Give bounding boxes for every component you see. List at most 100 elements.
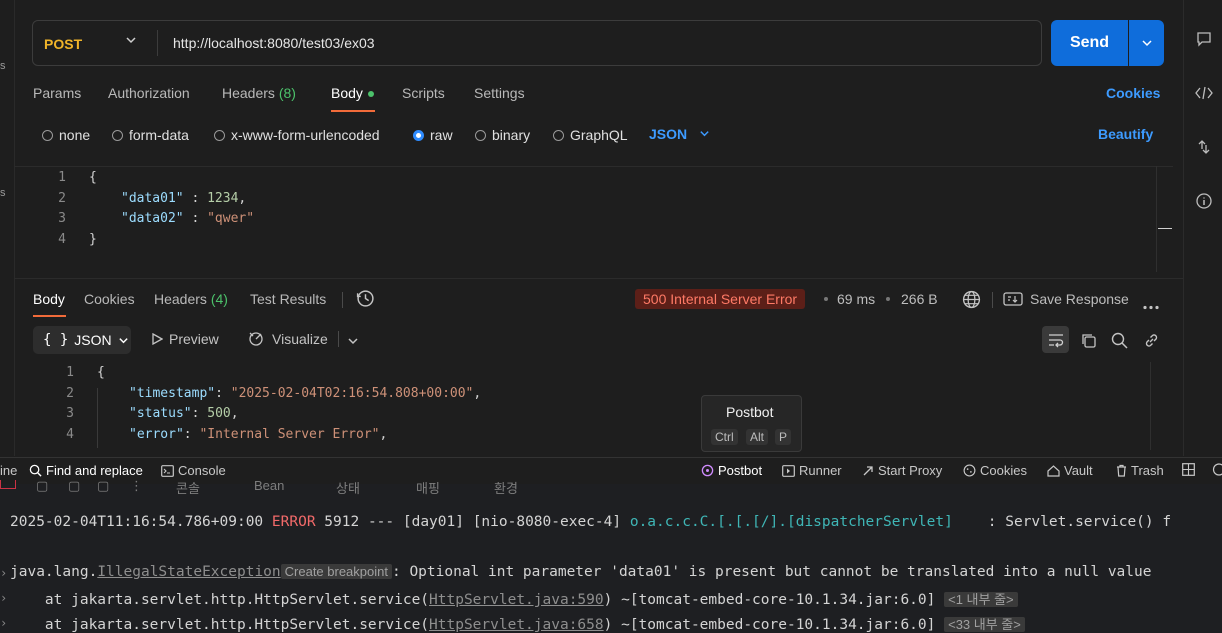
log-line[interactable]: java.lang.IllegalStateException Create br… (10, 564, 1151, 580)
response-tab-cookies[interactable]: Cookies (84, 291, 135, 307)
code-brace: { (89, 170, 97, 185)
copy-icon[interactable] (1077, 329, 1099, 351)
console-icon (161, 464, 174, 477)
tab-authorization[interactable]: Authorization (108, 85, 190, 101)
trash-button[interactable]: Trash (1116, 463, 1164, 478)
status-label: Start Proxy (878, 463, 943, 478)
cookie-icon (963, 464, 976, 477)
console-button[interactable]: Console (161, 463, 226, 478)
source-link[interactable]: HttpServlet.java:658 (429, 617, 604, 633)
exception-package: java.lang. (10, 564, 98, 580)
tab-settings[interactable]: Settings (474, 85, 525, 101)
globe-icon[interactable] (962, 290, 981, 314)
exception-link[interactable]: IllegalStateException (97, 564, 280, 580)
chevron-down-icon[interactable] (125, 34, 137, 49)
find-and-replace-button[interactable]: Find and replace (29, 463, 143, 478)
response-tab-headers[interactable]: Headers (4) (154, 291, 228, 307)
stack-frame[interactable]: at jakarta.servlet.http.HttpServlet.serv… (10, 589, 1018, 608)
tab-body[interactable]: Body (331, 85, 374, 101)
log-line[interactable]: 2025-02-04T11:16:54.786+09:00 ERROR 5912… (10, 514, 1171, 530)
start-proxy-button[interactable]: Start Proxy (862, 463, 942, 478)
send-options-chevron-icon[interactable] (1129, 20, 1164, 66)
save-response-icon[interactable] (1003, 291, 1023, 312)
code-line: "timestamp": "2025-02-04T02:16:54.808+00… (129, 386, 482, 401)
code-icon[interactable] (1194, 83, 1214, 103)
line-number: 3 (58, 211, 66, 226)
status-label: Trash (1131, 463, 1164, 478)
pane-divider[interactable] (14, 278, 1183, 279)
tab-label: Headers (154, 291, 207, 307)
visualize-button[interactable]: Visualize (248, 331, 328, 347)
tab-scripts[interactable]: Scripts (402, 85, 445, 101)
export-icon[interactable]: ▢ (68, 478, 80, 494)
json-value: "qwer" (207, 211, 255, 226)
help-icon[interactable] (1212, 463, 1222, 476)
save-response-button[interactable]: Save Response (1030, 291, 1129, 307)
json-key: "status" (129, 406, 192, 421)
ide-tab-console[interactable]: 콘솔 (176, 478, 200, 496)
cookies-button[interactable]: Cookies (963, 463, 1027, 478)
postbot-button[interactable]: Postbot (701, 463, 762, 478)
status-badge[interactable]: 500 Internal Server Error (635, 289, 806, 309)
frame-jar: ) ~[tomcat-embed-core-10.1.34.jar:6.0] (603, 617, 936, 633)
search-icon[interactable] (1108, 329, 1130, 351)
radio-binary[interactable]: binary (475, 127, 530, 143)
screenshot-icon[interactable]: ▢ (97, 478, 109, 494)
expand-arrow-icon[interactable]: › (0, 566, 7, 580)
radio-form-data[interactable]: form-data (112, 127, 189, 143)
stack-frame[interactable]: at jakarta.servlet.http.HttpServlet.serv… (10, 614, 1025, 633)
response-time[interactable]: 69 ms (837, 291, 875, 307)
status-bar-item[interactable]: ine (0, 463, 17, 478)
play-icon (152, 332, 164, 346)
radio-graphql[interactable]: GraphQL (553, 127, 628, 143)
expand-arrow-icon[interactable]: › (0, 616, 7, 630)
log-timestamp: 2025-02-04T11:16:54.786+09:00 (10, 514, 264, 530)
method-select[interactable]: POST (44, 36, 82, 52)
json-key: "data01" (121, 191, 184, 206)
editor-scrollbar[interactable] (1150, 362, 1151, 450)
camera-icon[interactable]: ▢ (36, 478, 48, 494)
radio-raw[interactable]: raw (413, 127, 453, 143)
layout-toggle[interactable] (1182, 463, 1195, 476)
internal-lines-chip[interactable]: <1 내부 줄> (944, 592, 1018, 607)
source-link[interactable]: HttpServlet.java:590 (429, 592, 604, 608)
more-options-icon[interactable] (1143, 297, 1159, 315)
comments-icon[interactable] (1194, 29, 1214, 49)
ide-tab-env[interactable]: 환경 (494, 478, 518, 496)
more-icon[interactable]: ⋮ (130, 478, 143, 494)
body-format-select[interactable]: JSON (649, 126, 710, 142)
editor-scrollbar[interactable] (1156, 166, 1174, 272)
internal-lines-chip[interactable]: <33 내부 줄> (944, 617, 1025, 632)
vault-button[interactable]: Vault (1047, 463, 1093, 478)
response-tab-test-results[interactable]: Test Results (250, 291, 326, 307)
link-icon[interactable] (1140, 329, 1162, 351)
trash-icon (1117, 464, 1126, 477)
send-button[interactable]: Send (1051, 20, 1128, 66)
frame-jar: ) ~[tomcat-embed-core-10.1.34.jar:6.0] (603, 592, 936, 608)
response-tab-body[interactable]: Body (33, 291, 65, 307)
ide-tab-mapping[interactable]: 매핑 (416, 478, 440, 496)
response-size[interactable]: 266 B (901, 291, 938, 307)
radio-urlencoded[interactable]: x-www-form-urlencoded (214, 127, 380, 143)
tab-params[interactable]: Params (33, 85, 81, 101)
response-format-select[interactable]: { } JSON (33, 326, 131, 354)
related-collections-icon[interactable] (1194, 137, 1214, 157)
ide-tab-status[interactable]: 상태 (336, 478, 360, 496)
cookies-link[interactable]: Cookies (1106, 85, 1160, 101)
info-icon[interactable] (1194, 191, 1214, 211)
radio-none[interactable]: none (42, 127, 90, 143)
chevron-down-icon[interactable] (347, 334, 359, 352)
stop-icon[interactable] (0, 480, 16, 489)
url-input[interactable]: http://localhost:8080/test03/ex03 (173, 35, 375, 51)
runner-button[interactable]: Runner (782, 463, 842, 478)
beautify-button[interactable]: Beautify (1098, 126, 1153, 142)
expand-arrow-icon[interactable]: › (0, 591, 7, 605)
radio-label: raw (430, 127, 453, 143)
tab-headers[interactable]: Headers (8) (222, 85, 296, 101)
ide-tab-bean[interactable]: Bean (254, 478, 284, 493)
create-breakpoint-button[interactable]: Create breakpoint (280, 564, 392, 579)
history-icon[interactable] (356, 289, 375, 313)
scroll-thumb[interactable] (1158, 228, 1172, 229)
preview-button[interactable]: Preview (152, 331, 219, 347)
modified-dot-icon (367, 91, 374, 98)
